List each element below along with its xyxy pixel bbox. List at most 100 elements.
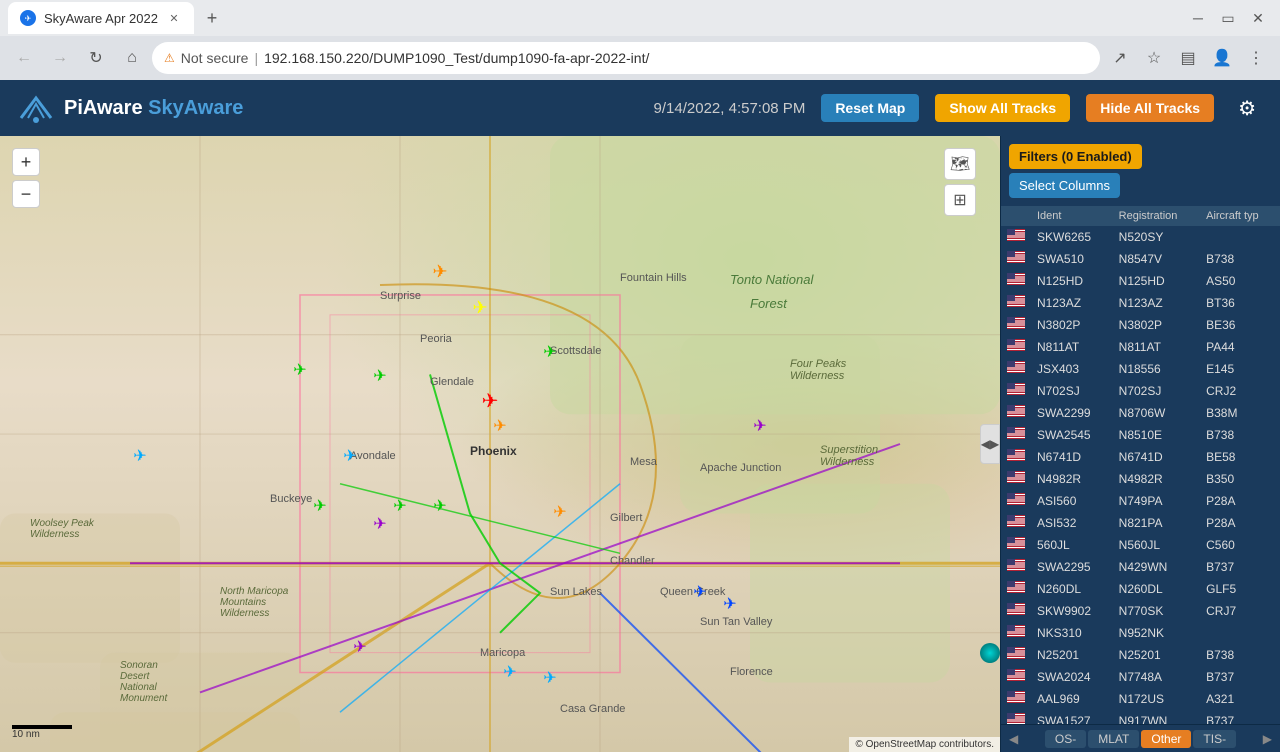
table-row[interactable]: N6741D N6741D BE58 bbox=[1001, 446, 1280, 468]
col-aircraft-type[interactable]: Aircraft typ bbox=[1200, 206, 1280, 226]
settings-button[interactable]: ⚙ bbox=[1230, 92, 1264, 125]
aircraft-20[interactable]: ✈ bbox=[543, 668, 556, 688]
scale-label: 10 nm bbox=[12, 729, 72, 740]
reset-map-button[interactable]: Reset Map bbox=[821, 94, 919, 122]
forward-button[interactable]: → bbox=[44, 42, 76, 74]
aircraft-ident: SKW6265 bbox=[1031, 226, 1113, 248]
table-row[interactable]: NKS310 N952NK bbox=[1001, 622, 1280, 644]
aircraft-17[interactable]: ✈ bbox=[723, 594, 736, 614]
aircraft-flag bbox=[1001, 402, 1031, 424]
table-row[interactable]: N125HD N125HD AS50 bbox=[1001, 270, 1280, 292]
table-row[interactable]: N3802P N3802P BE36 bbox=[1001, 314, 1280, 336]
map-attribution: © OpenStreetMap contributors. bbox=[849, 737, 1000, 752]
aircraft-15[interactable]: ✈ bbox=[753, 416, 766, 436]
sidebar-toggle-button[interactable]: ▤ bbox=[1172, 42, 1204, 74]
aircraft-type: B738 bbox=[1200, 248, 1280, 270]
aircraft-ident: SKW9902 bbox=[1031, 600, 1113, 622]
close-button[interactable]: ✕ bbox=[1244, 4, 1272, 32]
table-row[interactable]: SKW6265 N520SY bbox=[1001, 226, 1280, 248]
table-row[interactable]: N260DL N260DL GLF5 bbox=[1001, 578, 1280, 600]
minimize-button[interactable]: ─ bbox=[1184, 4, 1212, 32]
table-row[interactable]: N123AZ N123AZ BT36 bbox=[1001, 292, 1280, 314]
select-columns-button[interactable]: Select Columns bbox=[1009, 173, 1120, 198]
table-row[interactable]: N702SJ N702SJ CRJ2 bbox=[1001, 380, 1280, 402]
aircraft-registration: N560JL bbox=[1113, 534, 1200, 556]
aircraft-13[interactable]: ✈ bbox=[433, 496, 446, 516]
table-row[interactable]: SWA2295 N429WN B737 bbox=[1001, 556, 1280, 578]
scroll-right-arrow[interactable]: ▶ bbox=[1263, 732, 1272, 746]
col-registration[interactable]: Registration bbox=[1113, 206, 1200, 226]
label-buckeye: Buckeye bbox=[270, 493, 312, 505]
aircraft-table[interactable]: Ident Registration Aircraft typ SKW6265 … bbox=[1001, 206, 1280, 724]
us-flag-icon bbox=[1007, 713, 1025, 724]
bookmark-button[interactable]: ☆ bbox=[1138, 42, 1170, 74]
sidebar-toggle[interactable]: ◀▶ bbox=[980, 424, 1000, 464]
share-button[interactable]: ↗ bbox=[1104, 42, 1136, 74]
aircraft-12[interactable]: ✈ bbox=[393, 496, 406, 516]
back-button[interactable]: ← bbox=[8, 42, 40, 74]
aircraft-9[interactable]: ✈ bbox=[343, 446, 356, 466]
menu-button[interactable]: ⋮ bbox=[1240, 42, 1272, 74]
map-container[interactable]: Tonto National Forest Four PeaksWilderne… bbox=[0, 136, 1000, 752]
show-all-tracks-button[interactable]: Show All Tracks bbox=[935, 94, 1070, 122]
sidebar-controls: Filters (0 Enabled) Select Columns bbox=[1001, 136, 1280, 206]
hide-all-tracks-button[interactable]: Hide All Tracks bbox=[1086, 94, 1214, 122]
table-row[interactable]: N4982R N4982R B350 bbox=[1001, 468, 1280, 490]
label-woolsey: Woolsey PeakWilderness bbox=[30, 518, 94, 540]
aircraft-3[interactable]: ✈ bbox=[293, 360, 306, 380]
table-row[interactable]: SWA2545 N8510E B738 bbox=[1001, 424, 1280, 446]
aircraft-registration: N952NK bbox=[1113, 622, 1200, 644]
aircraft-flag bbox=[1001, 556, 1031, 578]
reload-button[interactable]: ↻ bbox=[80, 42, 112, 74]
tab-other[interactable]: Other bbox=[1141, 730, 1191, 748]
aircraft-18[interactable]: ✈ bbox=[353, 637, 366, 657]
table-row[interactable]: SWA2299 N8706W B38M bbox=[1001, 402, 1280, 424]
table-row[interactable]: ASI532 N821PA P28A bbox=[1001, 512, 1280, 534]
tab-close-button[interactable]: ✕ bbox=[166, 10, 182, 26]
tab-tis[interactable]: TIS- bbox=[1193, 730, 1236, 748]
table-row[interactable]: JSX403 N18556 E145 bbox=[1001, 358, 1280, 380]
bottom-bar: ◀ OS- MLAT Other TIS- ▶ bbox=[1001, 724, 1280, 752]
aircraft-8[interactable]: ✈ bbox=[133, 446, 146, 466]
table-row[interactable]: ASI560 N749PA P28A bbox=[1001, 490, 1280, 512]
aircraft-flag bbox=[1001, 710, 1031, 725]
table-row[interactable]: N25201 N25201 B738 bbox=[1001, 644, 1280, 666]
scroll-left-arrow[interactable]: ◀ bbox=[1009, 732, 1018, 746]
table-row[interactable]: 560JL N560JL C560 bbox=[1001, 534, 1280, 556]
home-button[interactable]: ⌂ bbox=[116, 42, 148, 74]
security-label: Not secure bbox=[181, 50, 249, 66]
zoom-out-button[interactable]: − bbox=[12, 180, 40, 208]
table-row[interactable]: SKW9902 N770SK CRJ7 bbox=[1001, 600, 1280, 622]
tab-os[interactable]: OS- bbox=[1045, 730, 1086, 748]
active-tab[interactable]: ✈ SkyAware Apr 2022 ✕ bbox=[8, 2, 194, 34]
aircraft-11[interactable]: ✈ bbox=[313, 496, 326, 516]
filters-button[interactable]: Filters (0 Enabled) bbox=[1009, 144, 1142, 169]
map-type-controls: 🗺 ⊞ bbox=[944, 148, 976, 216]
table-row[interactable]: N811AT N811AT PA44 bbox=[1001, 336, 1280, 358]
aircraft-19[interactable]: ✈ bbox=[503, 662, 516, 682]
aircraft-14[interactable]: ✈ bbox=[553, 502, 566, 522]
table-row[interactable]: SWA1527 N917WN B737 bbox=[1001, 710, 1280, 725]
aircraft-7[interactable]: ✈ bbox=[493, 416, 506, 436]
aircraft-1[interactable]: ✈ bbox=[472, 298, 487, 319]
new-tab-button[interactable]: + bbox=[198, 4, 226, 32]
grid-button[interactable]: ⊞ bbox=[944, 184, 976, 216]
table-row[interactable]: SWA510 N8547V B738 bbox=[1001, 248, 1280, 270]
aircraft-5[interactable]: ✈ bbox=[543, 342, 556, 362]
restore-button[interactable]: ▭ bbox=[1214, 4, 1242, 32]
aircraft-2[interactable]: ✈ bbox=[432, 261, 447, 282]
map-type-button[interactable]: 🗺 bbox=[944, 148, 976, 180]
tab-mlat[interactable]: MLAT bbox=[1088, 730, 1139, 748]
zoom-in-button[interactable]: + bbox=[12, 148, 40, 176]
aircraft-type: E145 bbox=[1200, 358, 1280, 380]
omnibox[interactable]: ⚠ Not secure | 192.168.150.220/DUMP1090_… bbox=[152, 42, 1100, 74]
aircraft-ident: NKS310 bbox=[1031, 622, 1113, 644]
table-row[interactable]: SWA2024 N7748A B737 bbox=[1001, 666, 1280, 688]
table-row[interactable]: AAL969 N172US A321 bbox=[1001, 688, 1280, 710]
aircraft-6[interactable]: ✈ bbox=[482, 388, 499, 413]
col-ident[interactable]: Ident bbox=[1031, 206, 1113, 226]
aircraft-16[interactable]: ✈ bbox=[693, 582, 706, 602]
aircraft-4[interactable]: ✈ bbox=[373, 366, 386, 386]
aircraft-10[interactable]: ✈ bbox=[373, 514, 386, 534]
profile-button[interactable]: 👤 bbox=[1206, 42, 1238, 74]
